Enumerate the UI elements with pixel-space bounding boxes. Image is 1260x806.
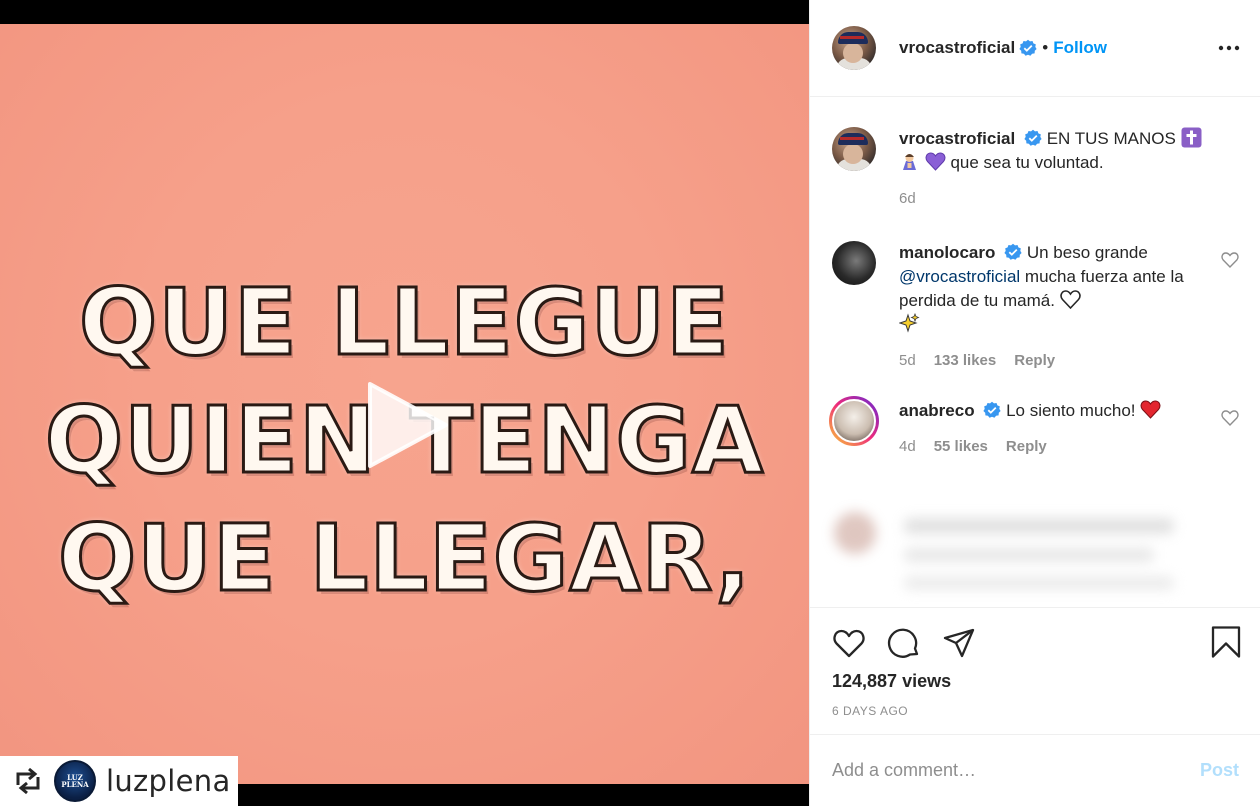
verified-badge-icon (1024, 129, 1042, 146)
verified-badge-icon (983, 401, 1001, 418)
reply-button[interactable]: Reply (1014, 349, 1055, 373)
post-actions: 124,887 views 6 DAYS AGO (810, 607, 1260, 734)
comment-username[interactable]: manolocaro (899, 243, 995, 262)
author-username[interactable]: vrocastroficial (899, 38, 1015, 58)
comment-text: Lo siento mucho! (1006, 401, 1136, 420)
repost-icon (16, 767, 40, 795)
author-avatar[interactable] (832, 26, 876, 70)
post-header: vrocastroficial • Follow (810, 0, 1260, 97)
video-frame[interactable]: QUE LLEGUE QUIEN TENGA QUE LLEGAR, (0, 24, 809, 784)
caption-timestamp[interactable]: 6d (899, 187, 916, 211)
caption-text: EN TUS MANOS (1046, 129, 1176, 148)
white-heart-emoji-icon (1059, 290, 1081, 310)
lyric-line: QUE LLEGAR, (56, 504, 752, 614)
praying-person-emoji-icon (903, 154, 916, 170)
comment-composer: Post (810, 734, 1260, 806)
view-count[interactable]: 124,887 views (832, 671, 1239, 692)
commenter-avatar[interactable] (832, 241, 876, 285)
repost-avatar[interactable]: LUZ PLENA (54, 760, 96, 802)
like-heart-icon[interactable] (832, 626, 866, 660)
comment-bubble-icon[interactable] (887, 626, 921, 660)
comment-likes-count[interactable]: 133 likes (934, 349, 997, 373)
repost-logo-text: LUZ PLENA (61, 773, 89, 789)
follow-button[interactable]: Follow (1053, 38, 1107, 58)
like-comment-heart-icon[interactable] (1221, 409, 1239, 427)
commenter-avatar[interactable] (829, 396, 879, 446)
lyric-line: QUE LLEGUE (78, 268, 731, 378)
comment-meta: 4d 55 likes Reply (899, 435, 1205, 459)
add-comment-input[interactable] (832, 760, 1200, 781)
like-comment-heart-icon[interactable] (1221, 251, 1239, 269)
caption-username[interactable]: vrocastroficial (899, 129, 1015, 148)
comment-text: Un beso grande (1026, 243, 1148, 262)
save-bookmark-icon[interactable] (1209, 625, 1243, 659)
caption-meta: 6d (899, 187, 1205, 211)
comment-timestamp[interactable]: 5d (899, 349, 916, 373)
post-comment-button[interactable]: Post (1200, 760, 1239, 781)
sparkles-emoji-icon (899, 313, 920, 333)
verified-badge-icon (1004, 243, 1022, 260)
repost-username[interactable]: luzplena (106, 764, 231, 798)
comment-likes-count[interactable]: 55 likes (934, 435, 988, 459)
reply-button[interactable]: Reply (1006, 435, 1047, 459)
blurred-comment-preview (824, 508, 1204, 608)
caption-text: que sea tu voluntad. (950, 153, 1104, 172)
comment-item: manolocaro Un beso grande @vrocastrofici… (832, 241, 1239, 373)
header-separator: • (1042, 38, 1049, 57)
repost-credit[interactable]: LUZ PLENA luzplena (0, 756, 238, 806)
post-caption: vrocastroficial EN TUS MANOS que sea tu … (832, 127, 1239, 211)
verified-badge-icon (1019, 39, 1037, 56)
video-player[interactable]: QUE LLEGUE QUIEN TENGA QUE LLEGAR, LUZ P… (0, 0, 809, 806)
latin-cross-emoji-icon (1181, 127, 1202, 148)
post-side-panel: vrocastroficial • Follow vrocastroficial… (809, 0, 1260, 806)
share-send-icon[interactable] (942, 626, 976, 660)
caption-body: vrocastroficial EN TUS MANOS que sea tu … (899, 127, 1239, 211)
comment-timestamp[interactable]: 4d (899, 435, 916, 459)
purple-heart-emoji-icon (925, 152, 946, 171)
post-date[interactable]: 6 DAYS AGO (832, 704, 1239, 718)
comment-meta: 5d 133 likes Reply (899, 349, 1205, 373)
comment-mention-link[interactable]: @vrocastroficial (899, 267, 1020, 286)
author-avatar[interactable] (832, 127, 876, 171)
comment-body: manolocaro Un beso grande @vrocastrofici… (899, 241, 1239, 373)
action-bar (832, 608, 1239, 676)
comment-username[interactable]: anabreco (899, 401, 975, 420)
play-icon[interactable] (362, 380, 452, 470)
comment-body: anabreco Lo siento mucho! 4d 55 likes Re… (899, 399, 1239, 459)
more-options-icon[interactable] (1218, 38, 1240, 58)
red-heart-emoji-icon (1140, 400, 1161, 419)
comment-item: anabreco Lo siento mucho! 4d 55 likes Re… (829, 396, 1239, 459)
